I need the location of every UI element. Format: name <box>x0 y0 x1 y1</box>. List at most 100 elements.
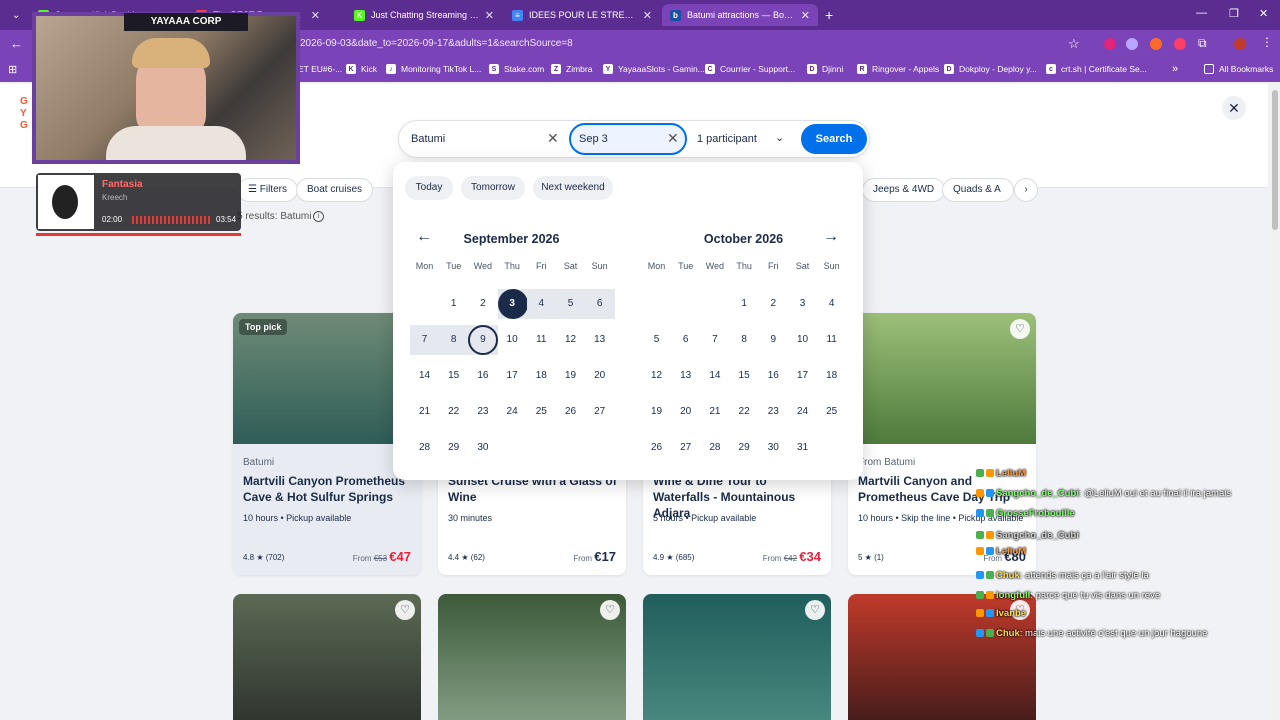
calendar-day[interactable]: 29 <box>730 433 759 463</box>
bookmark-item[interactable]: ET EU#6-... <box>298 64 342 74</box>
quick-date-next-weekend[interactable]: Next weekend <box>533 176 613 200</box>
participants-select[interactable]: 1 participant <box>697 133 757 145</box>
chat-username[interactable]: GrosseFrobouille <box>996 508 1075 519</box>
chat-username[interactable]: Sangcho_de_Cubi <box>996 488 1079 499</box>
calendar-day[interactable]: 19 <box>642 397 671 427</box>
filters-next-button[interactable]: › <box>1014 178 1038 202</box>
clear-destination-icon[interactable]: ✕ <box>547 130 559 147</box>
calendar-day[interactable]: 28 <box>700 433 729 463</box>
calendar-day[interactable]: 14 <box>700 361 729 391</box>
all-bookmarks[interactable]: All Bookmarks <box>1204 64 1273 74</box>
calendar-day[interactable]: 20 <box>585 361 614 391</box>
chat-username[interactable]: Chuk <box>996 628 1020 639</box>
close-tab-icon[interactable]: ✕ <box>643 9 652 22</box>
clear-date-icon[interactable]: ✕ <box>667 130 679 147</box>
puzzle-icon[interactable]: ⧉ <box>1198 36 1207 51</box>
calendar-day[interactable]: 12 <box>642 361 671 391</box>
calendar-day[interactable]: 26 <box>642 433 671 463</box>
calendar-day[interactable]: 27 <box>671 433 700 463</box>
calendar-day[interactable]: 16 <box>759 361 788 391</box>
quick-date-today[interactable]: Today <box>405 176 453 200</box>
calendar-day[interactable]: 4 <box>527 289 556 319</box>
calendar-day[interactable]: 22 <box>439 397 468 427</box>
filter-chip-boat-cruises[interactable]: Boat cruises <box>296 178 374 202</box>
calendar-day[interactable]: 7 <box>700 325 729 355</box>
chat-username[interactable]: longfull <box>996 590 1030 601</box>
calendar-day[interactable]: 9 <box>468 325 497 355</box>
browser-tab[interactable]: b Batumi attractions — Booking.com ✕ <box>662 4 818 26</box>
calendar-day[interactable]: 29 <box>439 433 468 463</box>
browser-tab[interactable]: K Just Chatting Streaming - Live ✕ <box>346 4 502 26</box>
calendar-day[interactable]: 3 <box>788 289 817 319</box>
calendar-day[interactable]: 9 <box>759 325 788 355</box>
scrollbar-thumb[interactable] <box>1272 90 1278 230</box>
bookmark-star-icon[interactable]: ☆ <box>1068 36 1080 52</box>
avatar[interactable] <box>1234 38 1246 50</box>
calendar-day[interactable]: 17 <box>788 361 817 391</box>
calendar-day[interactable]: 6 <box>585 289 614 319</box>
calendar-day[interactable]: 2 <box>759 289 788 319</box>
calendar-day[interactable]: 15 <box>439 361 468 391</box>
close-window-icon[interactable]: ✕ <box>1259 7 1268 20</box>
new-tab-button[interactable]: + <box>822 4 840 26</box>
activity-card[interactable]: ♡ <box>233 594 421 720</box>
calendar-day[interactable]: 10 <box>498 325 527 355</box>
calendar-day[interactable]: 21 <box>700 397 729 427</box>
date-field[interactable]: Sep 3 ✕ <box>569 123 687 155</box>
calendar-day[interactable]: 24 <box>788 397 817 427</box>
calendar-day[interactable]: 11 <box>527 325 556 355</box>
bookmark-item[interactable]: S Stake.com <box>489 64 544 74</box>
calendar-day[interactable]: 18 <box>817 361 846 391</box>
quick-date-tomorrow[interactable]: Tomorrow <box>461 176 525 200</box>
calendar-day[interactable]: 4 <box>817 289 846 319</box>
filter-chip-jeeps[interactable]: Jeeps & 4WD <box>862 178 946 202</box>
extension-icon[interactable] <box>1174 38 1186 50</box>
bookmark-item[interactable]: D Djinni <box>807 64 843 74</box>
calendar-day[interactable]: 22 <box>730 397 759 427</box>
info-icon[interactable]: i <box>313 211 324 222</box>
calendar-day[interactable]: 7 <box>410 325 439 355</box>
chat-username[interactable]: LeliuM <box>996 546 1026 557</box>
calendar-day[interactable]: 25 <box>527 397 556 427</box>
calendar-day[interactable]: 21 <box>410 397 439 427</box>
calendar-day[interactable]: 23 <box>759 397 788 427</box>
chat-username[interactable]: Chuk <box>996 570 1020 581</box>
url-field[interactable]: 2026-09-03&date_to=2026-09-17&adults=1&s… <box>300 38 573 49</box>
calendar-day[interactable]: 20 <box>671 397 700 427</box>
calendar-day[interactable]: 31 <box>788 433 817 463</box>
calendar-day[interactable]: 5 <box>556 289 585 319</box>
calendar-day[interactable]: 2 <box>468 289 497 319</box>
destination-input[interactable]: Batumi <box>411 133 445 145</box>
scrollbar[interactable] <box>1270 84 1280 720</box>
extension-icon[interactable] <box>1150 38 1162 50</box>
calendar-day[interactable]: 27 <box>585 397 614 427</box>
heart-icon[interactable]: ♡ <box>1010 319 1030 339</box>
heart-icon[interactable]: ♡ <box>600 600 620 620</box>
restore-icon[interactable]: ❐ <box>1229 7 1239 20</box>
heart-icon[interactable]: ♡ <box>395 600 415 620</box>
calendar-day[interactable]: 23 <box>468 397 497 427</box>
calendar-day[interactable]: 18 <box>527 361 556 391</box>
calendar-day[interactable]: 3 <box>498 289 527 319</box>
minimize-icon[interactable]: — <box>1196 7 1207 19</box>
chevron-down-icon[interactable]: ⌄ <box>775 131 784 144</box>
filters-button[interactable]: ☰ Filters <box>237 178 298 202</box>
back-icon[interactable]: ← <box>10 36 23 51</box>
calendar-day[interactable]: 17 <box>498 361 527 391</box>
calendar-day[interactable]: 1 <box>439 289 468 319</box>
calendar-day[interactable]: 25 <box>817 397 846 427</box>
bookmark-item[interactable]: c crt.sh | Certificate Se... <box>1046 64 1147 74</box>
activity-card[interactable]: ♡ <box>438 594 626 720</box>
chat-username[interactable]: LeliuM <box>996 468 1026 479</box>
more-menu-icon[interactable]: ⋮ <box>1261 35 1273 49</box>
bookmark-item[interactable]: C Courrier - Support... <box>705 64 795 74</box>
calendar-day[interactable]: 26 <box>556 397 585 427</box>
extension-icon[interactable] <box>1126 38 1138 50</box>
extension-icon[interactable] <box>1104 38 1116 50</box>
browser-tab[interactable]: ≡ IDEES POUR LE STREAM YAYA ✕ <box>504 4 660 26</box>
calendar-day[interactable]: 1 <box>730 289 759 319</box>
calendar-day[interactable]: 13 <box>671 361 700 391</box>
chevron-right-icon[interactable]: » <box>1172 63 1178 75</box>
calendar-day[interactable]: 8 <box>730 325 759 355</box>
calendar-day[interactable]: 28 <box>410 433 439 463</box>
